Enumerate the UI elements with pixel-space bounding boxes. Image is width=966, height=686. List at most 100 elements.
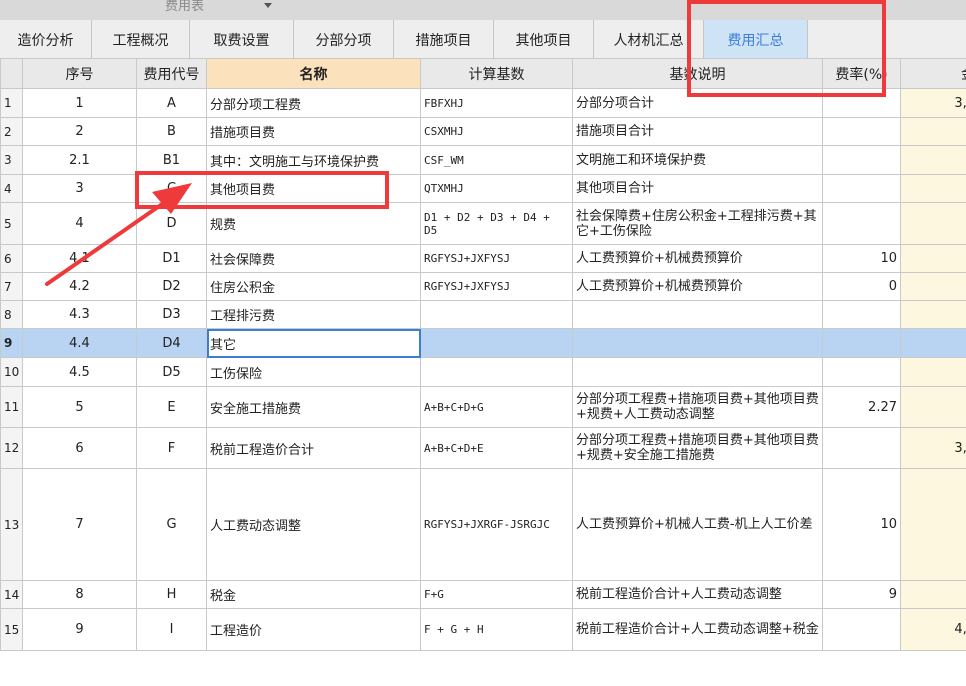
desc-cell[interactable]: 分部分项工程费+措施项目费+其他项目费+规费+人工费动态调整 [572,386,823,428]
desc-cell[interactable]: 分部分项合计 [572,88,823,118]
table-row[interactable]: 9 4.4 D4 其它 [0,328,966,358]
table-row[interactable]: 159I工程造价F + G + H税前工程造价合计+人工费动态调整+税金 4,3 [0,608,966,651]
amount-cell[interactable] [900,328,966,358]
table-row[interactable]: 11 5 E 安全施工措施费 A+B+C+D+G 分部分项工程费+措施项目费+其他项目费+… [0,386,966,428]
base-cell[interactable]: RGFYSJ+JXFYSJ [420,272,573,301]
row-number-cell[interactable]: 4 [0,174,23,203]
seq-cell[interactable]: 3 [22,174,137,203]
rate-cell[interactable]: 10 [822,468,901,581]
seq-cell[interactable]: 4 [22,202,137,245]
rate-cell[interactable]: 0 [822,272,901,301]
row-number-cell[interactable]: 6 [0,244,23,273]
code-cell[interactable]: A [136,88,207,118]
amount-cell[interactable] [900,117,966,146]
rate-column-header[interactable]: 费率(%) [822,58,901,89]
desc-cell[interactable]: 社会保障费+住房公积金+工程排污费+其它+工伤保险 [572,202,823,245]
row-number-cell[interactable]: 5 [0,202,23,245]
code-cell[interactable]: D4 [136,328,207,358]
seq-column-header[interactable]: 序号 [22,58,137,89]
amount-cell[interactable]: 1 [900,202,966,245]
amount-cell[interactable] [900,272,966,301]
rate-cell[interactable] [822,357,901,387]
code-cell[interactable]: B1 [136,145,207,175]
seq-cell[interactable]: 5 [22,386,137,428]
desc-cell[interactable] [572,357,823,387]
chevron-down-icon[interactable] [264,3,272,8]
rate-cell[interactable]: 2.27 [822,386,901,428]
name-column-header[interactable]: 名称 [206,58,421,89]
rate-cell[interactable] [822,145,901,175]
rate-cell[interactable] [822,202,901,245]
tab-project-overview[interactable]: 工程概况 [92,20,190,58]
amount-cell[interactable]: 4,3 [900,608,966,651]
row-number-cell[interactable]: 14 [0,580,23,609]
table-row[interactable]: 8 4.3 D3 工程排污费 [0,300,966,329]
code-cell[interactable]: D [136,202,207,245]
desc-cell[interactable] [572,300,823,329]
base-cell[interactable] [420,357,573,387]
table-row[interactable]: 10 4.5 D5 工伤保险 [0,357,966,387]
name-cell[interactable]: 措施项目费 [206,117,421,146]
amount-cell[interactable]: 3 [900,580,966,609]
name-cell[interactable]: 工程造价 [206,608,421,651]
amount-cell[interactable] [900,357,966,387]
tab-other-items[interactable]: 其他项目 [494,20,594,58]
table-row[interactable]: 11A分部分项工程费FBFXHJ分部分项合计3,4 [0,88,966,118]
base-cell[interactable]: A+B+C+D+E [420,427,573,469]
name-cell[interactable]: 税前工程造价合计 [206,427,421,469]
row-number-cell[interactable]: 7 [0,272,23,301]
row-number-cell[interactable]: 2 [0,117,23,146]
tab-measures[interactable]: 措施项目 [394,20,494,58]
tab-fee-settings[interactable]: 取费设置 [190,20,294,58]
desc-cell[interactable]: 人工费预算价+机械人工费-机上人工价差 [572,468,823,581]
code-cell[interactable]: D2 [136,272,207,301]
amount-cell[interactable]: 3,4 [900,88,966,118]
amount-cell[interactable]: 3,8 [900,427,966,469]
code-cell[interactable]: F [136,427,207,469]
amount-cell[interactable]: 2 [900,174,966,203]
seq-cell[interactable]: 6 [22,427,137,469]
name-cell[interactable]: 分部分项工程费 [206,88,421,118]
base-cell[interactable]: D1 + D2 + D3 + D4 + D5 [420,202,573,245]
seq-cell[interactable]: 7 [22,468,137,581]
seq-cell[interactable]: 4.3 [22,300,137,329]
table-row[interactable]: 43C其他项目费QTXMHJ其他项目合计 2 [0,174,966,203]
seq-cell[interactable]: 4.4 [22,328,137,358]
row-number-cell[interactable]: 11 [0,386,23,428]
tab-labor-material-summary[interactable]: 人材机汇总 [594,20,704,58]
name-cell[interactable]: 安全施工措施费 [206,386,421,428]
code-column-header[interactable]: 费用代号 [136,58,207,89]
amount-cell[interactable]: 1 [900,244,966,273]
tab-sub-items[interactable]: 分部分项 [294,20,394,58]
seq-cell[interactable]: 1 [22,88,137,118]
rate-cell[interactable] [822,608,901,651]
rate-cell[interactable]: 10 [822,244,901,273]
name-cell[interactable]: 规费 [206,202,421,245]
seq-cell[interactable]: 9 [22,608,137,651]
row-number-cell[interactable]: 15 [0,608,23,651]
desc-cell[interactable]: 税前工程造价合计+人工费动态调整+税金 [572,608,823,651]
code-cell[interactable]: D1 [136,244,207,273]
code-cell[interactable]: E [136,386,207,428]
base-cell[interactable] [420,300,573,329]
row-number-cell[interactable]: 9 [0,328,23,358]
seq-cell[interactable]: 4.2 [22,272,137,301]
tab-cost-analysis[interactable]: 造价分析 [0,20,92,58]
seq-cell[interactable]: 2 [22,117,137,146]
table-row[interactable]: 5 4 D 规费 D1 + D2 + D3 + D4 + D5 社会保障费+住房公积金+工… [0,202,966,245]
name-cell[interactable]: 工伤保险 [206,357,421,387]
rate-cell[interactable] [822,88,901,118]
amount-cell[interactable] [900,145,966,175]
rate-cell[interactable] [822,328,901,358]
code-cell[interactable]: D5 [136,357,207,387]
rate-cell[interactable] [822,300,901,329]
table-row[interactable]: 12 6 F 税前工程造价合计 A+B+C+D+E 分部分项工程费+措施项目费+其他项目费… [0,427,966,469]
row-number-cell[interactable]: 12 [0,427,23,469]
row-number-cell[interactable]: 13 [0,468,23,581]
amount-column-header[interactable]: 金 [900,58,966,89]
code-cell[interactable]: C [136,174,207,203]
table-row[interactable]: 7 4.2 D2 住房公积金 RGFYSJ+JXFYSJ 人工费预算价+机械费预算价 0 [0,272,966,301]
name-cell[interactable]: 住房公积金 [206,272,421,301]
base-cell[interactable]: CSXMHJ [420,117,573,146]
name-cell[interactable]: 其它 [206,328,421,358]
